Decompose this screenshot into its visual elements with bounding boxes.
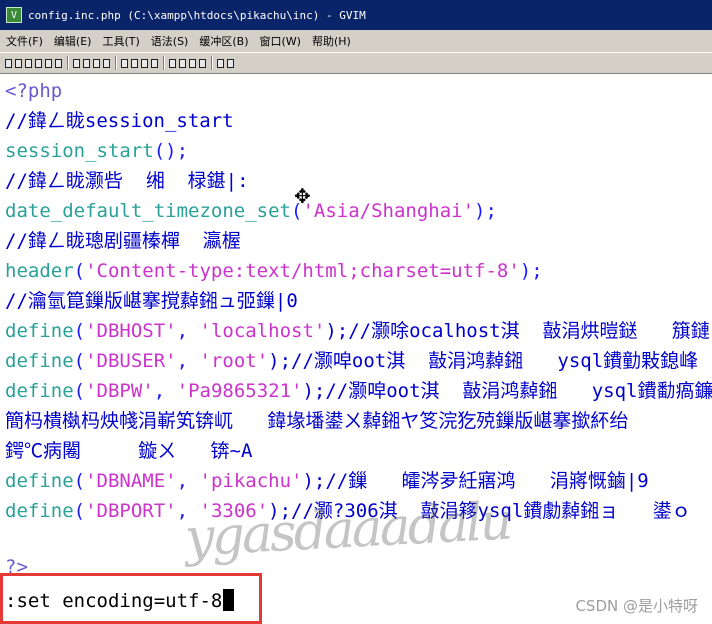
code-token: ( xyxy=(73,260,86,282)
code-line: //鍏ㄥ眬璁剧疆榛樿 瀛楃 xyxy=(5,229,241,255)
code-line: //瀹氫箟鏁版嵁搴撹繛鎺ュ弬鏁|0 xyxy=(5,289,298,315)
make-icon[interactable] xyxy=(178,58,187,69)
code-token: define xyxy=(5,350,74,372)
highlight-box xyxy=(0,573,262,624)
toolbar-separator xyxy=(67,56,69,70)
menu-bar: 文件(F) 编辑(E) 工具(T) 语法(S) 缓冲区(B) 窗口(W) 帮助(H) xyxy=(0,30,712,52)
title-bar[interactable]: V config.inc.php (C:\xampp\htdocs\pikach… xyxy=(0,0,712,30)
redo-icon[interactable] xyxy=(54,58,63,69)
run-script-icon[interactable] xyxy=(168,58,177,69)
code-line: define('DBPW', 'Pa9865321');//灏唕oot淇 敼涓鸿… xyxy=(5,379,712,405)
menu-item-5[interactable]: 窗口(W) xyxy=(254,33,306,49)
print-icon[interactable] xyxy=(34,58,43,69)
code-token: );//灏唋ocalhost淇 敼涓烘暟鎹 簱鏈 xyxy=(325,320,710,342)
code-token: , xyxy=(176,350,200,372)
code-token: ( xyxy=(73,380,86,402)
code-token: //瀹氫箟鏁版嵁搴撹繛鎺ュ弬鏁|0 xyxy=(5,290,298,312)
code-line: //鍏ㄥ眬session_start xyxy=(5,109,234,135)
find-help-icon[interactable] xyxy=(226,58,235,69)
paste-icon[interactable] xyxy=(92,58,101,69)
undo-icon[interactable] xyxy=(44,58,53,69)
find-next-icon[interactable] xyxy=(120,58,129,69)
find-prev-icon[interactable] xyxy=(130,58,139,69)
code-token: //鍏ㄥ眬璁剧疆榛樿 瀛楃 xyxy=(5,230,241,252)
save-all-icon[interactable] xyxy=(24,58,33,69)
open-icon[interactable] xyxy=(4,58,13,69)
code-token: date_default_timezone_set xyxy=(5,200,291,222)
find-replace-icon[interactable] xyxy=(102,58,111,69)
code-token: session_start xyxy=(5,140,154,162)
window-title: config.inc.php (C:\xampp\htdocs\pikachu\… xyxy=(28,8,366,22)
code-token: 'Pa9865321' xyxy=(176,380,303,402)
menu-item-1[interactable]: 编辑(E) xyxy=(48,33,97,49)
code-token: define xyxy=(5,470,74,492)
toolbar xyxy=(0,52,712,74)
code-token: define xyxy=(5,500,74,522)
shell-icon[interactable] xyxy=(188,58,197,69)
code-token: ( xyxy=(73,470,86,492)
csdn-watermark: CSDN @是小特呀 xyxy=(575,597,698,615)
code-token: 鍔℃病闂 鏇ㄨ 锛~A xyxy=(5,440,253,462)
code-token: );//灏唕oot淇 敼涓鸿繛鎺 ysql鐨勭敤鎴峰 xyxy=(268,350,699,372)
toolbar-separator xyxy=(163,56,165,70)
code-token: header xyxy=(5,260,74,282)
code-line: 鍔℃病闂 鏇ㄨ 锛~A xyxy=(5,439,252,465)
code-token: 'Asia/Shanghai' xyxy=(302,200,475,222)
code-token: );//灏唕oot淇 敼涓鸿繛鎺 ysql鐨勫瘑鐮 xyxy=(302,380,712,402)
menu-item-2[interactable]: 工具(T) xyxy=(96,33,144,49)
code-token: 'localhost' xyxy=(199,320,326,342)
code-token: //鍏ㄥ眬灏呰 缃 椂鍖|: xyxy=(5,170,249,192)
code-line: 簡杩樻槸杩炴帴涓嶄笂锛屼 鍏堟墦鍙ㄨ繛鎺ヤ笅浣犵殑鏁版嵁搴撳紑绐 xyxy=(5,409,628,435)
code-token: 'DBPORT' xyxy=(85,500,177,522)
code-token: 簡杩樻槸杩炴帴涓嶄笂锛屼 鍏堟墦鍙ㄨ繛鎺ヤ笅浣犵殑鏁版嵁搴撳紑绐 xyxy=(5,410,629,432)
code-token: , xyxy=(176,320,200,342)
code-token: 'DBHOST' xyxy=(85,320,177,342)
toolbar-separator xyxy=(115,56,117,70)
code-token: 'DBPW' xyxy=(85,380,154,402)
code-token: 'DBUSER' xyxy=(85,350,177,372)
code-token: ( xyxy=(73,350,86,372)
code-token: 'root' xyxy=(199,350,269,372)
code-token: ); xyxy=(519,260,543,282)
code-line: define('DBUSER', 'root');//灏唕oot淇 敼涓鸿繛鎺 … xyxy=(5,349,698,375)
code-token: , xyxy=(153,380,177,402)
code-line: date_default_timezone_set('Asia/Shanghai… xyxy=(5,199,497,225)
code-line: //鍏ㄥ眬灏呰 缃 椂鍖|: xyxy=(5,169,249,195)
code-token: 'pikachu' xyxy=(199,470,303,492)
code-line: define('DBNAME', 'pikachu');//鏁 皬涔夛紝寤鸿 涓… xyxy=(5,469,649,495)
move-cursor-icon: ✥ xyxy=(294,184,311,208)
code-token: define xyxy=(5,320,74,342)
code-line: header('Content-type:text/html;charset=u… xyxy=(5,259,543,285)
code-token: define xyxy=(5,380,74,402)
load-session-icon[interactable] xyxy=(140,58,149,69)
code-token: <?php xyxy=(5,80,63,102)
menu-item-4[interactable]: 缓冲区(B) xyxy=(193,33,253,49)
code-token: );//鏁 皬涔夛紝寤鸿 涓嶈慨鏀|9 xyxy=(302,470,649,492)
code-token: , xyxy=(176,470,200,492)
code-token: //鍏ㄥ眬session_start xyxy=(5,110,234,132)
save-session-icon[interactable] xyxy=(150,58,159,69)
copy-icon[interactable] xyxy=(82,58,91,69)
menu-item-3[interactable]: 语法(S) xyxy=(145,33,194,49)
code-token: ( xyxy=(73,320,86,342)
toolbar-separator xyxy=(211,56,213,70)
menu-item-0[interactable]: 文件(F) xyxy=(0,33,48,49)
save-icon[interactable] xyxy=(14,58,23,69)
code-token: 'Content-type:text/html;charset=utf-8' xyxy=(85,260,520,282)
menu-item-6[interactable]: 帮助(H) xyxy=(306,33,356,49)
code-token: 'DBNAME' xyxy=(85,470,177,492)
code-token: ( xyxy=(73,500,86,522)
code-line: <?php xyxy=(5,79,62,105)
code-line: session_start(); xyxy=(5,139,188,165)
ctags-icon[interactable] xyxy=(198,58,207,69)
vim-icon[interactable]: V xyxy=(6,7,22,23)
code-token: (); xyxy=(153,140,189,162)
code-line: define('DBHOST', 'localhost');//灏唋ocalho… xyxy=(5,319,710,345)
help-icon[interactable] xyxy=(216,58,225,69)
code-token: ); xyxy=(474,200,497,222)
cut-icon[interactable] xyxy=(72,58,81,69)
